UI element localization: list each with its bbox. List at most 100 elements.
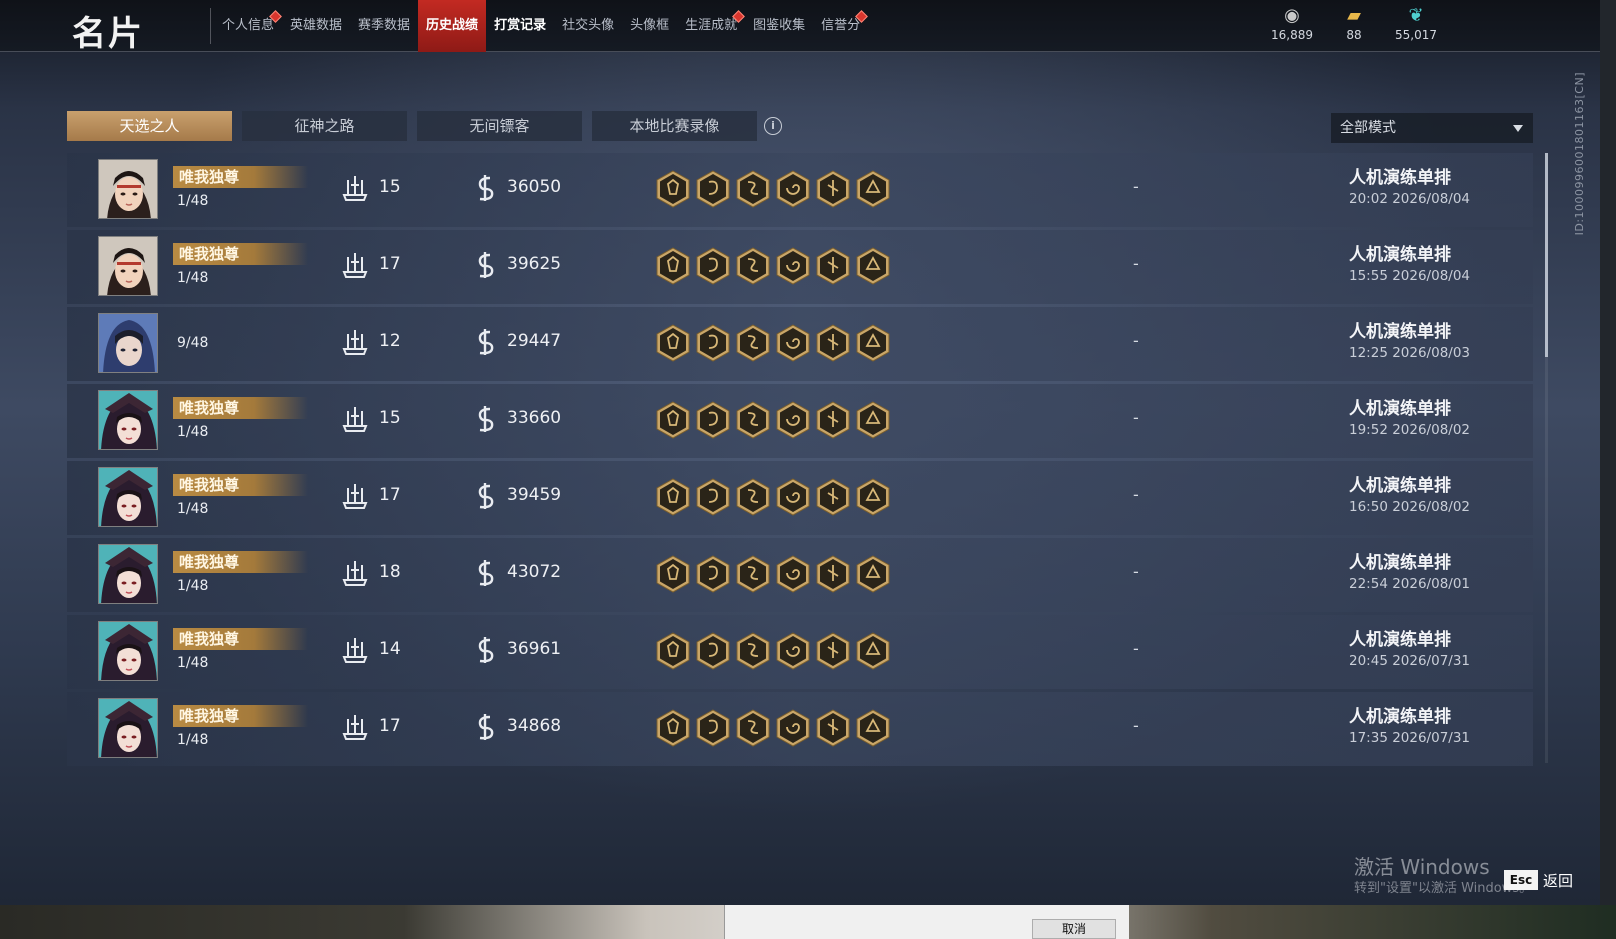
kills-icon: [340, 481, 370, 511]
kills-icon: [340, 635, 370, 665]
sigil-icon: [815, 401, 851, 439]
placement-rank: 9/48: [177, 335, 209, 351]
serpent-icon: [735, 170, 771, 208]
nav-tab[interactable]: 生涯成就: [677, 0, 745, 52]
nav-tab-label: 图鉴收集: [753, 18, 806, 33]
placement-rank: 1/48: [177, 578, 209, 594]
kills-value: 15: [379, 408, 401, 428]
sigil-icon: [815, 478, 851, 516]
match-row[interactable]: 唯我独尊 1/48 14 36961 - 人机演练单排 20:45 2026/07/31: [67, 615, 1533, 689]
jade-icon: ❦: [1408, 5, 1424, 26]
placement-rank: 1/48: [177, 655, 209, 671]
serpent-icon: [735, 401, 771, 439]
match-row[interactable]: 唯我独尊 1/48 17 39459 - 人机演练单排 16:50 2026/08/02: [67, 461, 1533, 535]
match-time: 22:54 2026/08/01: [1349, 576, 1471, 592]
swirl-icon: [695, 709, 731, 747]
match-row[interactable]: 唯我独尊 1/48 17 34868 - 人机演练单排 17:35 2026/07/31: [67, 692, 1533, 766]
sigil-icon: [815, 555, 851, 593]
match-mode: 人机演练单排: [1349, 476, 1451, 496]
back-button[interactable]: 返回: [1543, 870, 1573, 891]
kills-value: 14: [379, 639, 401, 659]
achievement-badges: [655, 632, 891, 670]
nav-tab[interactable]: 英雄数据: [282, 0, 350, 52]
kills-icon: [340, 250, 370, 280]
cancel-button[interactable]: 取消: [1032, 919, 1116, 939]
match-row[interactable]: 9/48 12 29447 - 人机演练单排 12:25 2026/08/03: [67, 307, 1533, 381]
mode-filter-select[interactable]: 全部模式: [1331, 113, 1533, 143]
swirl-icon: [695, 170, 731, 208]
nav-tab[interactable]: 图鉴收集: [745, 0, 813, 52]
title-badge: 唯我独尊: [173, 397, 308, 419]
sub-tab[interactable]: 征神之路: [242, 111, 407, 141]
extra-stat: -: [1133, 485, 1139, 504]
sub-tab[interactable]: 天选之人: [67, 111, 232, 141]
career-card-window: 名片 个人信息 英雄数据 赛季数据 历史战绩 打赏记录 社交头像 头像框 生涯成就 图鉴收集 信誉…: [0, 0, 1616, 905]
serpent-icon: [735, 709, 771, 747]
hero-avatar: [98, 236, 158, 296]
match-time: 20:45 2026/07/31: [1349, 653, 1471, 669]
nav-tab[interactable]: 信誉分: [813, 0, 869, 52]
oni-mask-icon: [655, 247, 691, 285]
nav-tab[interactable]: 打赏记录: [486, 0, 554, 52]
scrollbar-thumb[interactable]: [1545, 153, 1548, 357]
nav-tab-label: 信誉分: [821, 18, 861, 33]
kills-value: 12: [379, 331, 401, 351]
match-row[interactable]: 唯我独尊 1/48 18 43072 - 人机演练单排 22:54 2026/08/01: [67, 538, 1533, 612]
swirl-icon: [695, 247, 731, 285]
swirl-icon: [695, 401, 731, 439]
nav-tabs: 个人信息 英雄数据 赛季数据 历史战绩 打赏记录 社交头像 头像框 生涯成就 图鉴收集 信誉分: [214, 0, 869, 52]
nav-tab[interactable]: 赛季数据: [350, 0, 418, 52]
currency-value: 55,017: [1395, 28, 1437, 42]
nav-tab[interactable]: 社交头像: [554, 0, 622, 52]
match-mode: 人机演练单排: [1349, 168, 1451, 188]
player-id: ID:1000996001801163[CN]: [1573, 72, 1586, 236]
oni-mask-icon: [655, 709, 691, 747]
esc-key-hint[interactable]: Esc: [1504, 870, 1538, 890]
spiral-blade-icon: [775, 247, 811, 285]
trophy-icon: [855, 401, 891, 439]
damage-icon: [473, 404, 497, 434]
sigil-icon: [815, 247, 851, 285]
info-icon[interactable]: i: [764, 117, 782, 135]
match-row[interactable]: 唯我独尊 1/48 17 39625 - 人机演练单排 15:55 2026/08/04: [67, 230, 1533, 304]
achievement-badges: [655, 324, 891, 362]
sigil-icon: [815, 324, 851, 362]
sub-tab[interactable]: 无间镖客: [417, 111, 582, 141]
nav-tab-label: 个人信息: [222, 18, 275, 33]
spiral-blade-icon: [775, 478, 811, 516]
coin-icon: ◉: [1284, 5, 1300, 26]
swirl-icon: [695, 555, 731, 593]
currency-value: 88: [1346, 28, 1362, 42]
title-badge: 唯我独尊: [173, 551, 308, 573]
trophy-icon: [855, 170, 891, 208]
achievement-badges: [655, 170, 891, 208]
title-badge: 唯我独尊: [173, 474, 308, 496]
nav-tab[interactable]: 头像框: [622, 0, 677, 52]
match-mode: 人机演练单排: [1349, 630, 1451, 650]
extra-stat: -: [1133, 254, 1139, 273]
spiral-blade-icon: [775, 555, 811, 593]
match-row[interactable]: 唯我独尊 1/48 15 36050 - 人机演练单排 20:02 2026/08/04: [67, 153, 1533, 227]
serpent-icon: [735, 555, 771, 593]
sub-tab[interactable]: 本地比赛录像: [592, 111, 757, 141]
title-divider: [210, 8, 211, 44]
trophy-icon: [855, 555, 891, 593]
nav-tab[interactable]: 历史战绩: [418, 0, 487, 52]
match-row[interactable]: 唯我独尊 1/48 15 33660 - 人机演练单排 19:52 2026/08/02: [67, 384, 1533, 458]
sigil-icon: [815, 632, 851, 670]
spiral-blade-icon: [775, 632, 811, 670]
windows-activation-title: 激活 Windows: [1354, 855, 1490, 879]
damage-value: 43072: [507, 562, 562, 582]
damage-icon: [473, 327, 497, 357]
hero-avatar: [98, 313, 158, 373]
nav-tab[interactable]: 个人信息: [214, 0, 282, 52]
placement-rank: 1/48: [177, 424, 209, 440]
oni-mask-icon: [655, 401, 691, 439]
achievement-badges: [655, 401, 891, 439]
kills-icon: [340, 404, 370, 434]
spiral-blade-icon: [775, 709, 811, 747]
placement-rank: 1/48: [177, 732, 209, 748]
nav-tab-label: 社交头像: [562, 18, 615, 33]
trophy-icon: [855, 632, 891, 670]
match-time: 20:02 2026/08/04: [1349, 191, 1471, 207]
